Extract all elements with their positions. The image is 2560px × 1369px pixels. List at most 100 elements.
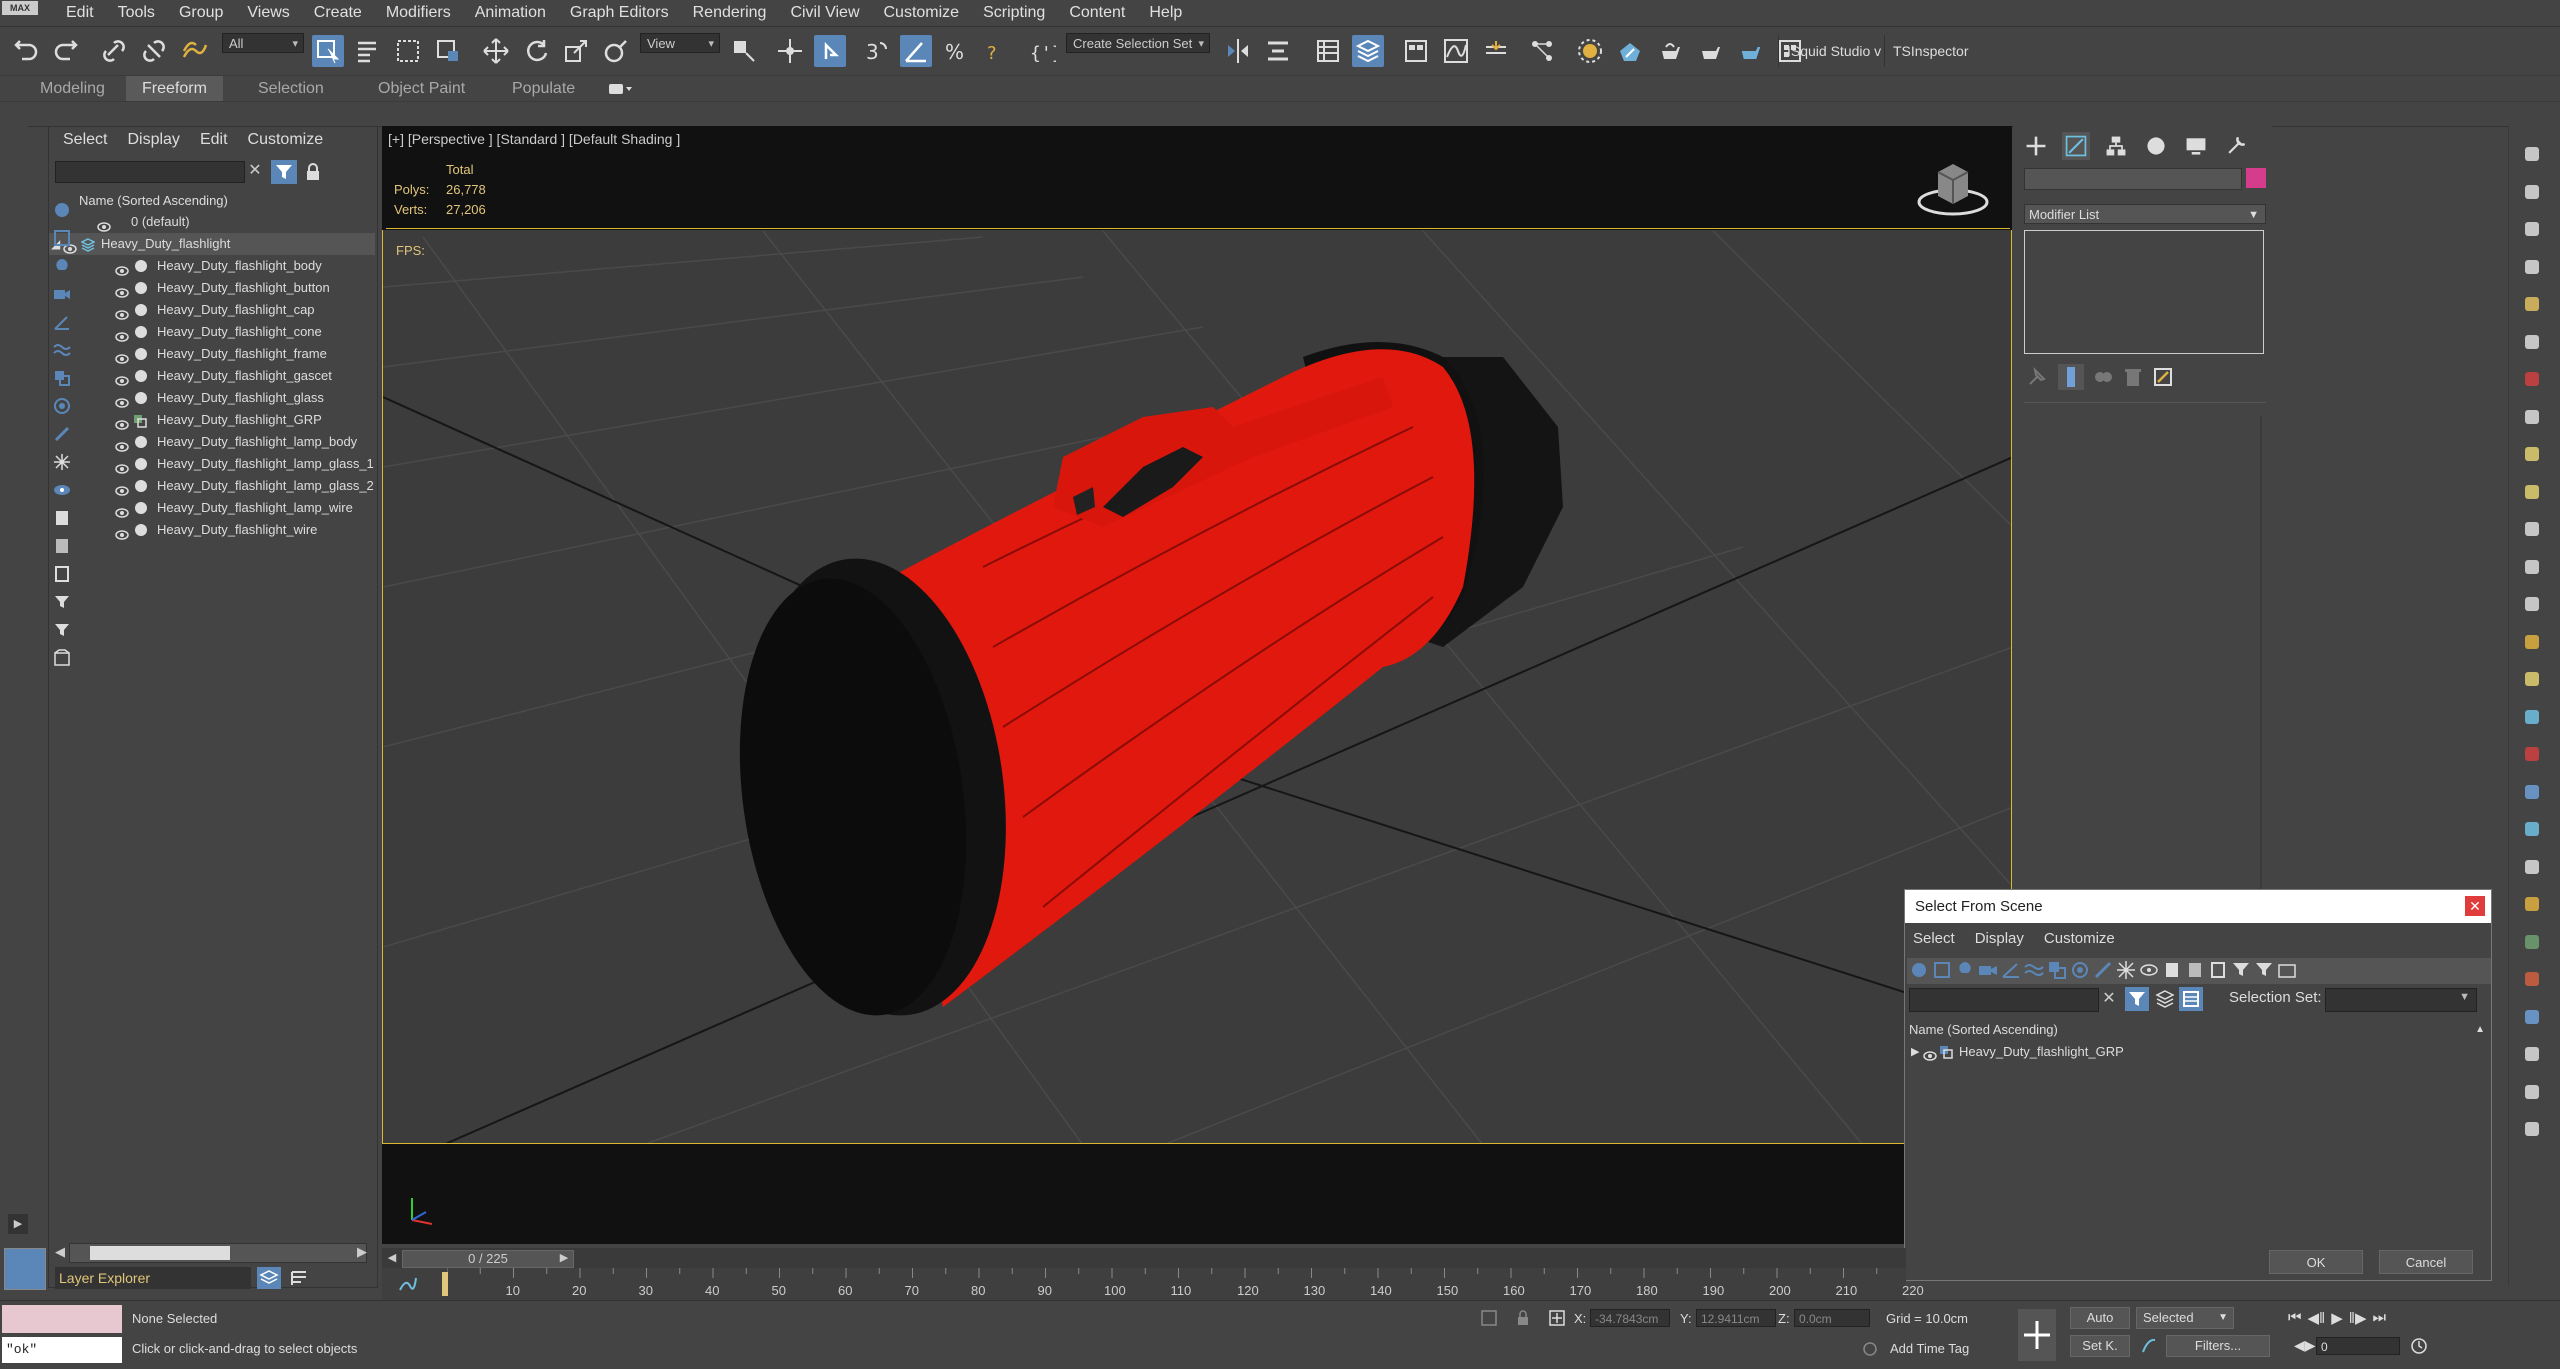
light-filter-icon[interactable]: [53, 257, 71, 275]
particle-filter-icon[interactable]: [53, 453, 71, 471]
add-time-tag[interactable]: Add Time Tag: [1890, 1341, 1969, 1356]
squid-studio-button[interactable]: ISquid Studio v: [1778, 35, 1889, 67]
eye-icon[interactable]: [115, 305, 129, 320]
cone-icon[interactable]: [2522, 594, 2542, 614]
object-color-swatch[interactable]: [2246, 168, 2266, 188]
eye-icon[interactable]: [115, 327, 129, 342]
hierarchy-tab-icon[interactable]: [2102, 132, 2130, 160]
visibility-filter-icon[interactable]: [53, 481, 71, 499]
select-object-icon[interactable]: [312, 35, 344, 67]
camera-icon[interactable]: [2522, 407, 2542, 427]
scroll-left-icon[interactable]: ◀: [51, 1243, 69, 1261]
viewport-label-menu[interactable]: [+] [Perspective ] [Standard ] [Default …: [388, 131, 680, 147]
bottom-icon[interactable]: [2522, 1119, 2542, 1139]
menu-animation[interactable]: Animation: [463, 0, 558, 26]
configure-modifier-sets-icon[interactable]: [2152, 366, 2174, 388]
bind-space-warp-icon[interactable]: [178, 35, 210, 67]
rotate-icon[interactable]: [520, 35, 552, 67]
sphere-icon[interactable]: [2522, 482, 2542, 502]
menu-help[interactable]: Help: [1137, 0, 1194, 26]
scene-explorer-toggle-icon[interactable]: [287, 1267, 311, 1289]
sun-icon[interactable]: [2522, 632, 2542, 652]
se-menu-display[interactable]: Display: [117, 127, 189, 153]
find-filter-icon[interactable]: [2231, 960, 2251, 980]
camera-filter-icon[interactable]: [53, 285, 71, 303]
list-item[interactable]: Heavy_Duty_flashlight_lamp_glass_1: [49, 453, 375, 475]
find-filter-icon[interactable]: [53, 593, 71, 611]
circle-icon[interactable]: [2522, 519, 2542, 539]
viewcube-icon[interactable]: [1916, 160, 1990, 218]
list-item[interactable]: ◢ Heavy_Duty_flashlight: [49, 233, 375, 255]
lock-icon[interactable]: [305, 163, 321, 181]
selection-filter-dropdown[interactable]: All: [222, 33, 304, 54]
current-frame-field[interactable]: 0: [2316, 1337, 2400, 1355]
time-tag-icon[interactable]: [1862, 1341, 1878, 1357]
helper-filter-icon[interactable]: [53, 313, 71, 331]
space-warp-filter-icon[interactable]: [53, 341, 71, 359]
list-item[interactable]: Heavy_Duty_flashlight_cone: [49, 321, 375, 343]
list-item[interactable]: Heavy_Duty_flashlight_body: [49, 255, 375, 277]
dialog-search-input[interactable]: [1909, 988, 2099, 1012]
toggle-scene-explorer-icon[interactable]: [1312, 35, 1344, 67]
camera-filter-icon[interactable]: [1978, 960, 1998, 980]
y-coordinate-field[interactable]: 12.9411cm: [1696, 1309, 1776, 1327]
cancel-button[interactable]: Cancel: [2379, 1250, 2473, 1274]
named-selection-set-dropdown[interactable]: Create Selection Set: [1066, 33, 1210, 54]
modify-tab-icon[interactable]: [2062, 132, 2090, 160]
clear-search-icon[interactable]: ✕: [245, 161, 265, 181]
render-production-icon[interactable]: [1694, 35, 1726, 67]
list-item[interactable]: Heavy_Duty_flashlight_glass: [49, 387, 375, 409]
time-configuration-icon[interactable]: [2410, 1337, 2428, 1355]
viewport-icon[interactable]: [2522, 144, 2542, 164]
keyboard-shortcut-override-icon[interactable]: [814, 35, 846, 67]
list-item[interactable]: ▶ Heavy_Duty_flashlight_GRP: [1909, 1042, 2489, 1062]
move-icon[interactable]: [480, 35, 512, 67]
isolate-selection-icon[interactable]: [1480, 1309, 1498, 1327]
rect-selection-icon[interactable]: [392, 35, 424, 67]
list-item[interactable]: Heavy_Duty_flashlight_button: [49, 277, 375, 299]
shape-filter-icon[interactable]: [53, 229, 71, 247]
filter-icon[interactable]: [2125, 987, 2149, 1011]
invert-display-icon[interactable]: [2208, 960, 2228, 980]
set-key-button[interactable]: Set K.: [2070, 1335, 2130, 1357]
tsinspector-button[interactable]: TSInspector: [1884, 35, 1976, 67]
display-all-icon[interactable]: [2162, 960, 2182, 980]
rendered-frame-window-icon[interactable]: [1654, 35, 1686, 67]
ok-button[interactable]: OK: [2269, 1250, 2363, 1274]
prev-frame-icon[interactable]: ◀‖: [2308, 1309, 2326, 1327]
particles-icon[interactable]: [2522, 707, 2542, 727]
maxscript-output-field[interactable]: "ok": [2, 1337, 122, 1363]
snaps-toggle-icon[interactable]: 3: [860, 35, 892, 67]
eye-icon[interactable]: [115, 371, 129, 386]
unlink-icon[interactable]: [138, 35, 170, 67]
link-icon[interactable]: [98, 35, 130, 67]
remove-modifier-icon[interactable]: [2122, 366, 2144, 388]
show-end-result-icon[interactable]: [2058, 364, 2084, 390]
container-icon[interactable]: [53, 649, 71, 667]
scroll-right-icon[interactable]: ▶: [353, 1243, 371, 1261]
menu-scripting[interactable]: Scripting: [971, 0, 1057, 26]
display-none-icon[interactable]: [53, 537, 71, 555]
eye-icon[interactable]: [115, 503, 129, 518]
menu-modifiers[interactable]: Modifiers: [374, 0, 463, 26]
undo-icon[interactable]: [10, 35, 42, 67]
object-icon[interactable]: [2522, 219, 2542, 239]
next-frame-icon[interactable]: ‖▶: [2349, 1309, 2367, 1327]
eye-icon[interactable]: [115, 415, 129, 430]
window-crossing-icon[interactable]: [432, 35, 464, 67]
redo-icon[interactable]: [50, 35, 82, 67]
key-filter-dropdown[interactable]: Selected ▼: [2136, 1307, 2234, 1329]
light-icon[interactable]: [2522, 294, 2542, 314]
list-item[interactable]: Heavy_Duty_flashlight_lamp_glass_2: [49, 475, 375, 497]
eye-icon[interactable]: [115, 481, 129, 496]
filter-toggle-icon[interactable]: [2254, 960, 2274, 980]
explorer-selector[interactable]: Layer Explorer: [55, 1267, 251, 1289]
tab-selection[interactable]: Selection: [242, 76, 340, 102]
spinner-snap-icon[interactable]: ?: [980, 35, 1012, 67]
display-tab-icon[interactable]: [2182, 132, 2210, 160]
list-item[interactable]: Heavy_Duty_flashlight_frame: [49, 343, 375, 365]
material-editor-icon[interactable]: [1574, 35, 1606, 67]
auto-key-button[interactable]: Auto: [2070, 1307, 2130, 1329]
sphere-outline-icon[interactable]: [2522, 819, 2542, 839]
frame-counter[interactable]: 0 / 225: [402, 1250, 574, 1268]
